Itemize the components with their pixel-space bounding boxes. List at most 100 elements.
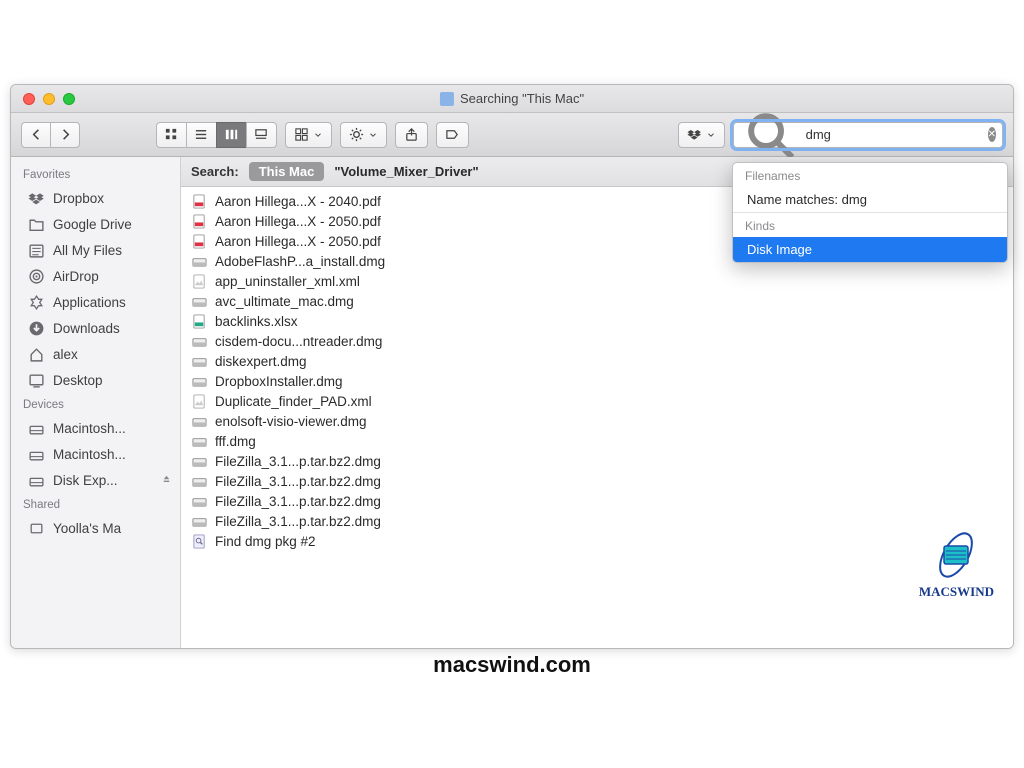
file-name: FileZilla_3.1...p.tar.bz2.dmg [215,454,381,469]
shared-icon [27,519,45,537]
sidebar-item-downloads[interactable]: Downloads [11,315,180,341]
sidebar-item-label: All My Files [53,243,122,258]
airdrop-icon [27,267,45,285]
watermark-url: macswind.com [433,652,591,678]
pdf-file-icon [191,233,207,249]
view-mode-group [156,122,277,148]
disk-icon [27,445,45,463]
dropbox-toolbar-button[interactable] [678,122,725,148]
sidebar-item-label: Applications [53,295,126,310]
search-field[interactable]: ✕ [733,122,1003,148]
sidebar-device-item[interactable]: Macintosh... [11,415,180,441]
window-controls [11,93,75,105]
pdf-file-icon [191,213,207,229]
file-row[interactable]: FileZilla_3.1...p.tar.bz2.dmg [181,451,1013,471]
forward-button[interactable] [50,122,80,148]
suggest-group-filenames: Filenames [733,163,1007,187]
folder-icon [27,215,45,233]
sidebar-device-item[interactable]: Macintosh... [11,441,180,467]
suggest-kind-disk-image[interactable]: Disk Image [733,237,1007,262]
minimize-window-icon[interactable] [43,93,55,105]
sidebar-item-label: Macintosh... [53,421,126,436]
scope-folder[interactable]: "Volume_Mixer_Driver" [334,164,478,179]
zoom-window-icon[interactable] [63,93,75,105]
dmg-file-icon [191,473,207,489]
view-icons-button[interactable] [156,122,187,148]
file-name: enolsoft-visio-viewer.dmg [215,414,367,429]
toolbar: ✕ [11,113,1013,157]
file-name: Duplicate_finder_PAD.xml [215,394,372,409]
file-row[interactable]: Duplicate_finder_PAD.xml [181,391,1013,411]
suggest-name-matches[interactable]: Name matches: dmg [733,187,1007,212]
arrange-button[interactable] [285,122,332,148]
search-input[interactable] [806,127,982,142]
sidebar-item-alex[interactable]: alex [11,341,180,367]
sidebar-device-item[interactable]: Disk Exp... [11,467,180,493]
view-coverflow-button[interactable] [246,122,277,148]
sidebar-item-dropbox[interactable]: Dropbox [11,185,180,211]
search-file-icon [191,533,207,549]
doc-file-icon [191,273,207,289]
tags-button[interactable] [436,122,469,148]
dmg-file-icon [191,293,207,309]
sidebar-item-label: Google Drive [53,217,132,232]
eject-icon[interactable] [161,473,172,487]
window-title: Searching "This Mac" [440,91,584,106]
sidebar-item-label: Desktop [53,373,103,388]
scope-this-mac[interactable]: This Mac [249,162,325,181]
sidebar-item-label: alex [53,347,78,362]
sidebar-item-label: Yoolla's Ma [53,521,121,536]
titlebar: Searching "This Mac" [11,85,1013,113]
file-row[interactable]: backlinks.xlsx [181,311,1013,331]
file-name: FileZilla_3.1...p.tar.bz2.dmg [215,474,381,489]
desktop-icon [27,371,45,389]
dmg-file-icon [191,253,207,269]
file-row[interactable]: Find dmg pkg #2 [181,531,1013,551]
dmg-file-icon [191,373,207,389]
sidebar-shared-item[interactable]: Yoolla's Ma [11,515,180,541]
back-button[interactable] [21,122,51,148]
sidebar-shared-header: Shared [11,493,180,515]
sidebar-item-desktop[interactable]: Desktop [11,367,180,393]
dropbox-icon [27,189,45,207]
sidebar-favorites-header: Favorites [11,163,180,185]
file-row[interactable]: cisdem-docu...ntreader.dmg [181,331,1013,351]
sidebar-item-all-my-files[interactable]: All My Files [11,237,180,263]
action-button[interactable] [340,122,387,148]
file-row[interactable]: DropboxInstaller.dmg [181,371,1013,391]
brand-name: MACSWIND [919,584,994,600]
dmg-file-icon [191,453,207,469]
file-row[interactable]: FileZilla_3.1...p.tar.bz2.dmg [181,511,1013,531]
dmg-file-icon [191,513,207,529]
disk-icon [27,471,45,489]
file-row[interactable]: diskexpert.dmg [181,351,1013,371]
file-name: avc_ultimate_mac.dmg [215,294,354,309]
xls-file-icon [191,313,207,329]
sidebar-item-label: Dropbox [53,191,104,206]
sidebar-item-google-drive[interactable]: Google Drive [11,211,180,237]
file-name: Aaron Hillega...X - 2050.pdf [215,214,381,229]
sidebar-item-label: Downloads [53,321,120,336]
file-row[interactable]: enolsoft-visio-viewer.dmg [181,411,1013,431]
clear-search-icon[interactable]: ✕ [988,127,996,142]
close-window-icon[interactable] [23,93,35,105]
sidebar-item-applications[interactable]: Applications [11,289,180,315]
share-button[interactable] [395,122,428,148]
sidebar: Favorites Dropbox Google Drive All My File… [11,157,181,648]
file-row[interactable]: app_uninstaller_xml.xml [181,271,1013,291]
file-row[interactable]: FileZilla_3.1...p.tar.bz2.dmg [181,491,1013,511]
view-columns-button[interactable] [216,122,247,148]
sidebar-item-label: Macintosh... [53,447,126,462]
file-row[interactable]: fff.dmg [181,431,1013,451]
file-name: FileZilla_3.1...p.tar.bz2.dmg [215,494,381,509]
downloads-icon [27,319,45,337]
sidebar-item-airdrop[interactable]: AirDrop [11,263,180,289]
file-row[interactable]: FileZilla_3.1...p.tar.bz2.dmg [181,471,1013,491]
home-icon [27,345,45,363]
file-row[interactable]: avc_ultimate_mac.dmg [181,291,1013,311]
dmg-file-icon [191,413,207,429]
file-name: FileZilla_3.1...p.tar.bz2.dmg [215,514,381,529]
file-name: cisdem-docu...ntreader.dmg [215,334,382,349]
doc-file-icon [191,393,207,409]
view-list-button[interactable] [186,122,217,148]
